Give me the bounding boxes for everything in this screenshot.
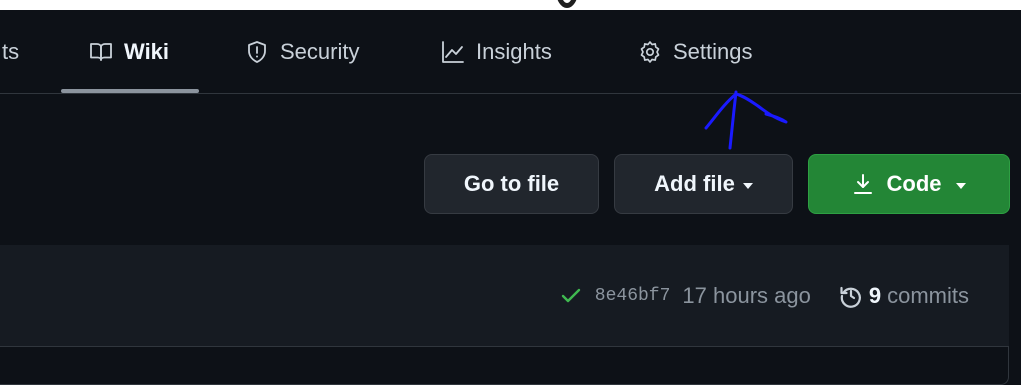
check-icon[interactable] (561, 288, 581, 304)
tab-label: ts (2, 38, 20, 64)
cropped-text-fragment (556, 0, 578, 8)
download-icon (853, 173, 873, 195)
go-to-file-button[interactable]: Go to file (424, 154, 599, 214)
chevron-down-icon (742, 182, 753, 189)
repo-nav-tabs: ts Wiki Security Insights Settings (0, 10, 1021, 94)
shield-icon (245, 40, 269, 64)
tab-wiki[interactable]: Wiki (60, 10, 200, 93)
code-button[interactable]: Code (808, 154, 1010, 214)
add-file-label: Add file (654, 171, 735, 196)
commits-count[interactable]: 9 (869, 283, 881, 309)
tab-label: Settings (673, 38, 753, 64)
add-file-button[interactable]: Add file (614, 154, 793, 214)
tab-label: Security (280, 38, 360, 64)
history-icon (839, 284, 863, 308)
top-white-strip (0, 0, 1021, 10)
book-icon (89, 40, 113, 64)
tab-label: Wiki (124, 38, 170, 64)
chevron-down-icon (955, 182, 966, 189)
graph-icon (441, 40, 465, 64)
commit-time[interactable]: 17 hours ago (682, 283, 810, 309)
tab-label: Insights (476, 38, 552, 64)
tab-insights[interactable]: Insights (441, 10, 552, 93)
gear-icon (638, 40, 662, 64)
tab-security[interactable]: Security (245, 10, 359, 93)
commit-sha-link[interactable]: 8e46bf7 (595, 286, 671, 306)
code-label: Code (886, 171, 942, 196)
go-to-file-label: Go to file (463, 171, 560, 196)
tab-partial-cropped[interactable]: ts (2, 10, 19, 93)
latest-commit-row: 8e46bf7 17 hours ago 9 commits (0, 245, 1009, 347)
tab-settings[interactable]: Settings (638, 10, 753, 93)
commit-meta: 8e46bf7 17 hours ago 9 commits (561, 245, 969, 347)
commits-label[interactable]: commits (887, 283, 969, 309)
